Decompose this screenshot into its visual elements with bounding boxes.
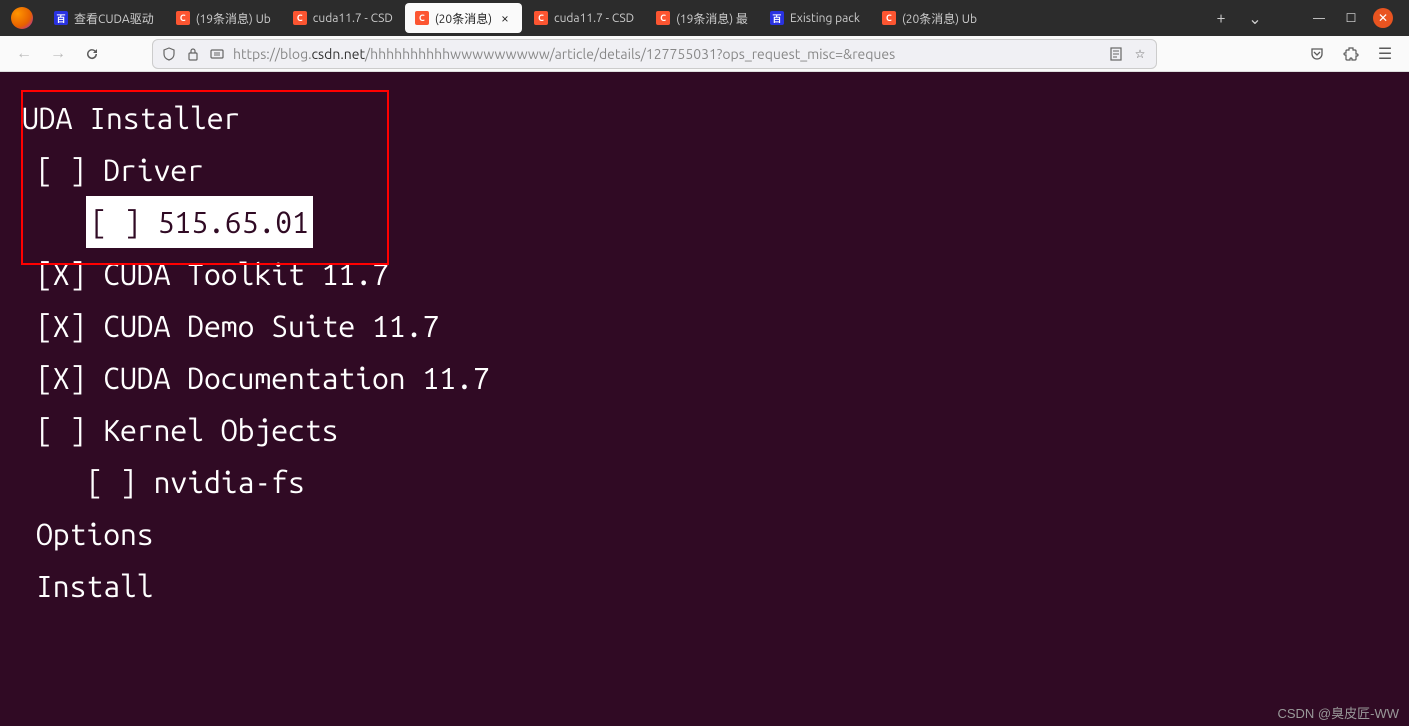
csdn-favicon: C bbox=[293, 11, 307, 25]
installer-item-3[interactable]: [X] CUDA Demo Suite 11.7 bbox=[0, 300, 1409, 352]
baidu-favicon: 百 bbox=[770, 11, 784, 25]
list-tabs-button[interactable]: ⌄ bbox=[1241, 4, 1269, 32]
maximize-button[interactable]: ☐ bbox=[1341, 8, 1361, 28]
terminal-content: UDA Installer [ ] Driver [ ] 515.65.01[X… bbox=[0, 72, 1409, 726]
csdn-favicon: C bbox=[534, 11, 548, 25]
toolbar-right: ☰ bbox=[1303, 40, 1399, 68]
tab-label: Existing pack bbox=[790, 12, 860, 25]
back-button[interactable]: ← bbox=[10, 40, 38, 68]
tab-6[interactable]: 百 Existing pack bbox=[760, 3, 870, 33]
tab-0[interactable]: 百查看CUDA驱动 bbox=[44, 3, 164, 33]
highlight-box bbox=[21, 90, 389, 265]
pocket-button[interactable] bbox=[1303, 40, 1331, 68]
extensions-button[interactable] bbox=[1337, 40, 1365, 68]
titlebar: 百查看CUDA驱动C(19条消息) UbCcuda11.7 - CSDC(20条… bbox=[0, 0, 1409, 36]
tab-1[interactable]: C (19条消息) Ub bbox=[166, 3, 281, 33]
firefox-app-icon bbox=[6, 2, 38, 34]
forward-button[interactable]: → bbox=[44, 40, 72, 68]
window-chrome: 百查看CUDA驱动C(19条消息) UbCcuda11.7 - CSDC(20条… bbox=[0, 0, 1409, 72]
minimize-button[interactable]: — bbox=[1309, 8, 1329, 28]
tab-3[interactable]: C (20条消息) × bbox=[405, 3, 522, 33]
tab-5[interactable]: C (19条消息) 最 bbox=[646, 3, 758, 33]
csdn-favicon: C bbox=[176, 11, 190, 25]
bookmark-star-icon[interactable]: ☆ bbox=[1132, 46, 1148, 62]
tab-4[interactable]: Ccuda11.7 - CSD bbox=[524, 3, 644, 33]
tab-controls: + ⌄ bbox=[1207, 4, 1269, 32]
permissions-icon bbox=[209, 46, 225, 62]
app-menu-button[interactable]: ☰ bbox=[1371, 40, 1399, 68]
reload-button[interactable] bbox=[78, 40, 106, 68]
csdn-favicon: C bbox=[882, 11, 896, 25]
tab-label: (19条消息) Ub bbox=[196, 10, 271, 27]
tab-2[interactable]: Ccuda11.7 - CSD bbox=[283, 3, 403, 33]
installer-item-4[interactable]: [X] CUDA Documentation 11.7 bbox=[0, 352, 1409, 404]
shield-icon bbox=[161, 46, 177, 62]
installer-item-5[interactable]: [ ] Kernel Objects bbox=[0, 404, 1409, 456]
options-line[interactable]: Options bbox=[0, 508, 1409, 560]
install-line[interactable]: Install bbox=[0, 560, 1409, 612]
watermark: CSDN @臭皮匠-WW bbox=[1277, 703, 1399, 722]
tab-label: (19条消息) 最 bbox=[676, 10, 748, 27]
new-tab-button[interactable]: + bbox=[1207, 4, 1235, 32]
window-controls: — ☐ ✕ bbox=[1309, 8, 1393, 28]
tab-close-icon[interactable]: × bbox=[498, 11, 512, 25]
window-close-button[interactable]: ✕ bbox=[1373, 8, 1393, 28]
csdn-favicon: C bbox=[415, 11, 429, 25]
tab-label: cuda11.7 - CSD bbox=[313, 12, 393, 25]
reader-mode-icon[interactable] bbox=[1108, 46, 1124, 62]
url-bar[interactable]: https://blog.csdn.net/hhhhhhhhhhwwwwwwww… bbox=[152, 39, 1157, 69]
tab-label: (20条消息) Ub bbox=[902, 10, 977, 27]
baidu-favicon: 百 bbox=[54, 11, 68, 25]
tab-strip: 百查看CUDA驱动C(19条消息) UbCcuda11.7 - CSDC(20条… bbox=[44, 0, 1201, 36]
installer-item-6[interactable]: [ ] nvidia-fs bbox=[0, 456, 1409, 508]
url-text: https://blog.csdn.net/hhhhhhhhhhwwwwwwww… bbox=[233, 46, 1100, 62]
tab-label: 查看CUDA驱动 bbox=[74, 10, 154, 27]
toolbar: ← → https://blog.csdn.net/hhhhhhhhhhwwww… bbox=[0, 36, 1409, 72]
tab-7[interactable]: C (20条消息) Ub bbox=[872, 3, 987, 33]
tab-label: (20条消息) bbox=[435, 10, 492, 27]
reload-icon bbox=[84, 46, 100, 62]
lock-icon bbox=[185, 46, 201, 62]
csdn-favicon: C bbox=[656, 11, 670, 25]
tab-label: cuda11.7 - CSD bbox=[554, 12, 634, 25]
